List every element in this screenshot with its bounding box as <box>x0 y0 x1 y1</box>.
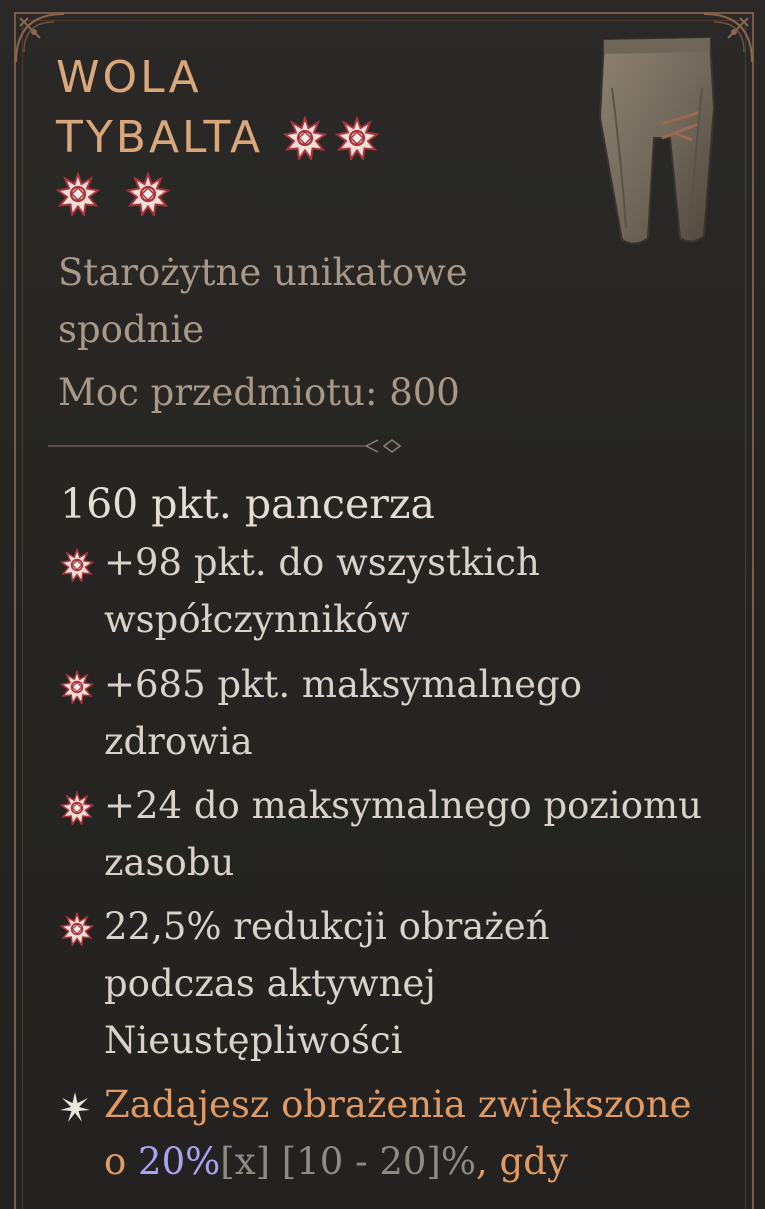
unique-power-bullet-icon <box>60 1092 90 1122</box>
item-title: WOLA TYBALTA <box>56 48 576 168</box>
affix-text: podczas aktywnej <box>104 962 436 1005</box>
unique-power-line-suffix: , gdy <box>476 1140 568 1183</box>
affix-line: 22,5% redukcji obrażeń podczas aktywnej … <box>104 898 724 1069</box>
greater-affix-stars <box>56 172 196 216</box>
unique-power-line: Zadajesz obrażenia zwiększone <box>104 1083 692 1126</box>
affix-line: +98 pkt. do wszystkich współczynników <box>104 534 724 648</box>
affix-bullet-icon <box>60 791 94 825</box>
item-power: Moc przedmiotu: 800 <box>58 371 460 414</box>
unique-power-line: o <box>104 1140 139 1183</box>
affix-text: +98 pkt. do wszystkich <box>104 541 540 584</box>
affix-line: +685 pkt. maksymalnego zdrowia <box>104 656 724 770</box>
item-tooltip: WOLA TYBALTA Starożytne unikatowe spodni… <box>0 0 765 1209</box>
affix-text: Nieustępliwości <box>104 1019 403 1062</box>
item-title-line2: TYBALTA <box>56 112 264 163</box>
item-type-line1: Starożytne unikatowe <box>58 251 468 294</box>
unique-power-value-tag: [x] <box>220 1140 271 1183</box>
pants-item-icon <box>598 36 716 245</box>
item-title-line1: WOLA <box>56 52 202 103</box>
affix-text: zdrowia <box>104 720 253 763</box>
unique-power-value: 20% <box>138 1140 221 1183</box>
affix-text: współczynników <box>104 598 410 641</box>
affix-text: zasobu <box>104 841 235 884</box>
affix-bullet-icon <box>60 912 94 946</box>
item-type: Starożytne unikatowe spodnie <box>58 244 578 358</box>
affix-bullet-icon <box>60 548 94 582</box>
greater-affix-star-icon <box>335 116 379 160</box>
armor-value: 160 pkt. pancerza <box>60 480 435 528</box>
item-type-line2: spodnie <box>58 308 205 351</box>
greater-affix-star-icon <box>283 116 327 160</box>
greater-affix-star-icon <box>126 172 170 216</box>
affix-text: 22,5% redukcji obrażeń <box>104 905 550 948</box>
affix-text: +24 do maksymalnego poziomu <box>104 784 702 827</box>
affix-text: +685 pkt. maksymalnego <box>104 663 583 706</box>
unique-power-range: [10 - 20]% <box>270 1140 477 1183</box>
affix-line: +24 do maksymalnego poziomu zasobu <box>104 777 724 891</box>
greater-affix-star-icon <box>56 172 100 216</box>
section-divider <box>48 439 402 453</box>
unique-power-text: Zadajesz obrażenia zwiększone o 20%[x] [… <box>104 1076 724 1190</box>
affix-bullet-icon <box>60 670 94 704</box>
